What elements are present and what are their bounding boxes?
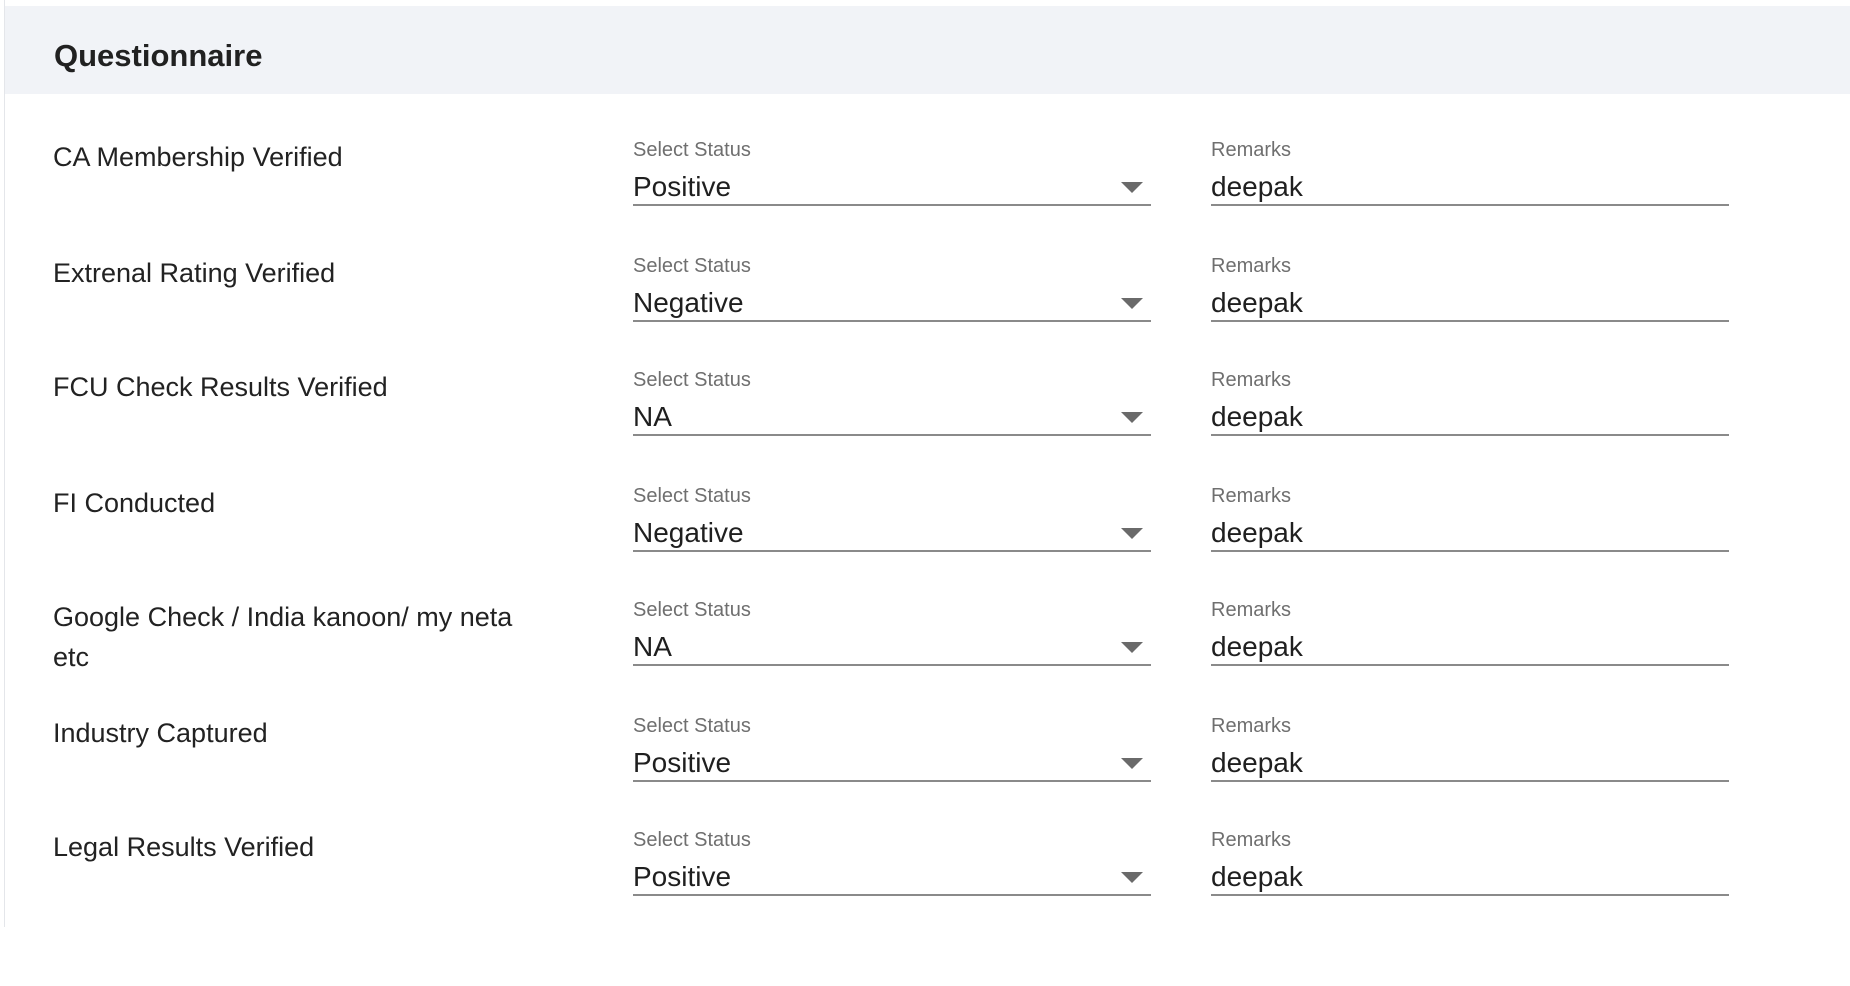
status-value[interactable]: NA — [633, 630, 672, 664]
remarks-value[interactable]: deepak — [1211, 860, 1303, 894]
remarks-value[interactable]: deepak — [1211, 400, 1303, 434]
status-value[interactable]: Positive — [633, 746, 731, 780]
status-value[interactable]: Negative — [633, 516, 744, 550]
status-select[interactable]: Select Status Negative — [633, 238, 1151, 322]
question-row: Industry Captured Select Status Positive… — [5, 698, 1850, 813]
status-field-label: Select Status — [633, 485, 751, 507]
status-select[interactable]: Select Status NA — [633, 582, 1151, 666]
status-select[interactable]: Select Status Positive — [633, 812, 1151, 896]
chevron-down-icon[interactable] — [1121, 182, 1143, 193]
status-select[interactable]: Select Status Positive — [633, 122, 1151, 206]
remarks-value[interactable]: deepak — [1211, 516, 1303, 550]
status-value[interactable]: Positive — [633, 170, 731, 204]
panel-header: Questionnaire — [5, 6, 1850, 94]
remarks-input[interactable]: Remarks deepak — [1211, 238, 1729, 322]
status-value[interactable]: Negative — [633, 286, 744, 320]
chevron-down-icon[interactable] — [1121, 642, 1143, 653]
questionnaire-panel: Questionnaire CA Membership Verified Sel… — [4, 0, 1850, 927]
question-label: Legal Results Verified — [53, 832, 315, 862]
remarks-field-label: Remarks — [1211, 139, 1292, 161]
chevron-down-icon[interactable] — [1121, 298, 1143, 309]
chevron-down-icon[interactable] — [1121, 758, 1143, 769]
remarks-input[interactable]: Remarks deepak — [1211, 122, 1729, 206]
question-label: CA Membership Verified — [53, 142, 343, 172]
question-row: FCU Check Results Verified Select Status… — [5, 352, 1850, 467]
status-field-label: Select Status — [633, 139, 751, 161]
status-select[interactable]: Select Status Positive — [633, 698, 1151, 782]
remarks-value[interactable]: deepak — [1211, 630, 1303, 664]
remarks-field-label: Remarks — [1211, 715, 1292, 737]
question-label: FI Conducted — [53, 488, 216, 518]
remarks-field-label: Remarks — [1211, 829, 1292, 851]
status-value[interactable]: Positive — [633, 860, 731, 894]
question-row: Extrenal Rating Verified Select Status N… — [5, 238, 1850, 353]
question-label: Extrenal Rating Verified — [53, 258, 336, 288]
chevron-down-icon[interactable] — [1121, 872, 1143, 883]
question-row: CA Membership Verified Select Status Pos… — [5, 122, 1850, 237]
question-row: Google Check / India kanoon/ my neta etc… — [5, 582, 1850, 697]
question-label: Google Check / India kanoon/ my neta etc — [53, 602, 513, 672]
status-field-label: Select Status — [633, 255, 751, 277]
remarks-input[interactable]: Remarks deepak — [1211, 698, 1729, 782]
remarks-input[interactable]: Remarks deepak — [1211, 468, 1729, 552]
question-label: Industry Captured — [53, 718, 268, 748]
status-value[interactable]: NA — [633, 400, 672, 434]
question-row: FI Conducted Select Status Negative Rema… — [5, 468, 1850, 583]
remarks-input[interactable]: Remarks deepak — [1211, 352, 1729, 436]
remarks-field-label: Remarks — [1211, 599, 1292, 621]
remarks-value[interactable]: deepak — [1211, 286, 1303, 320]
chevron-down-icon[interactable] — [1121, 528, 1143, 539]
status-select[interactable]: Select Status NA — [633, 352, 1151, 436]
status-select[interactable]: Select Status Negative — [633, 468, 1151, 552]
status-field-label: Select Status — [633, 829, 751, 851]
remarks-input[interactable]: Remarks deepak — [1211, 582, 1729, 666]
question-row: Legal Results Verified Select Status Pos… — [5, 812, 1850, 927]
status-field-label: Select Status — [633, 599, 751, 621]
question-label: FCU Check Results Verified — [53, 372, 388, 402]
panel-title: Questionnaire — [54, 38, 263, 73]
status-field-label: Select Status — [633, 369, 751, 391]
remarks-value[interactable]: deepak — [1211, 746, 1303, 780]
status-field-label: Select Status — [633, 715, 751, 737]
remarks-input[interactable]: Remarks deepak — [1211, 812, 1729, 896]
remarks-field-label: Remarks — [1211, 369, 1292, 391]
remarks-field-label: Remarks — [1211, 255, 1292, 277]
remarks-value[interactable]: deepak — [1211, 170, 1303, 204]
chevron-down-icon[interactable] — [1121, 412, 1143, 423]
remarks-field-label: Remarks — [1211, 485, 1292, 507]
